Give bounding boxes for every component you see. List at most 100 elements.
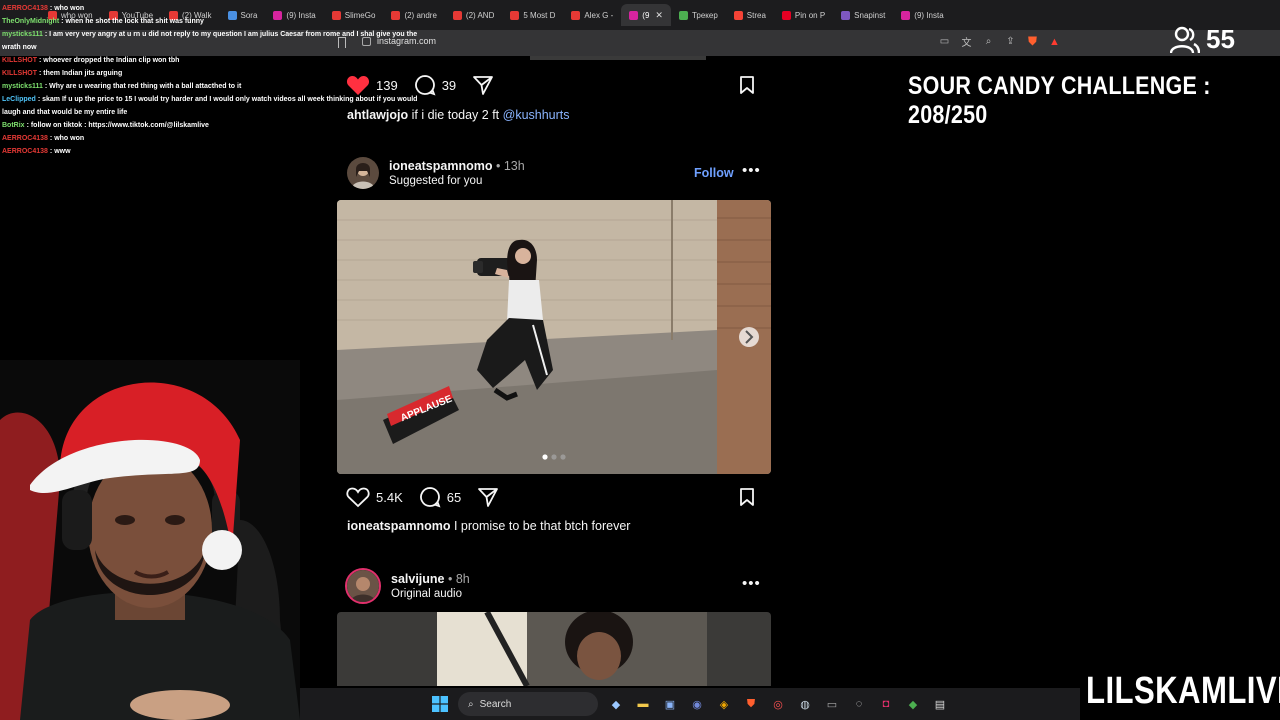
post-time: 8h <box>455 572 470 586</box>
post2-header: ioneatspamnomo • 13h Suggested for you <box>347 157 525 189</box>
app-icon[interactable]: ◌ <box>850 695 868 713</box>
viewer-count-value: 55 <box>1206 24 1235 54</box>
chat-message: KILLSHOT: them Indian jits arguing <box>2 67 422 80</box>
follow-button[interactable]: Follow <box>694 166 734 180</box>
chat-text: : when he shot the lock that shit was fu… <box>61 18 204 25</box>
chat-message: LeClipped: skam If u up the price to 15 … <box>2 93 422 119</box>
chat-message: TheOnlyMidnight: when he shot the lock t… <box>2 15 422 28</box>
taskbar-search[interactable]: ⌕ Search <box>458 692 598 716</box>
browser-tab[interactable]: (9) Insta <box>893 4 951 26</box>
browser-tab[interactable]: Трекер <box>671 4 726 26</box>
heart-icon[interactable] <box>346 486 370 508</box>
tab-favicon-icon <box>571 10 581 20</box>
file-explorer-icon[interactable]: ▬ <box>634 695 652 713</box>
comment-count: 39 <box>441 77 457 93</box>
brave-browser-icon[interactable]: ⛊ <box>742 695 760 713</box>
browser-tab[interactable]: 5 Most D <box>502 4 563 26</box>
stream-chat: AERROC4138: who won TheOnlyMidnight: when… <box>2 2 422 158</box>
caption-username[interactable]: ioneatspamnomo <box>347 519 451 533</box>
close-tab-icon[interactable]: ✕ <box>655 10 663 21</box>
chat-username: mysticks111 <box>2 83 43 90</box>
save-icon[interactable] <box>740 76 754 94</box>
translate-icon[interactable]: 文 <box>960 35 973 49</box>
chat-text: : www <box>49 148 71 155</box>
carousel-dot <box>560 454 566 460</box>
post-subtitle[interactable]: Original audio <box>391 588 470 600</box>
browser-tab[interactable]: Snapinst <box>833 4 893 26</box>
chat-text: : who won <box>49 5 85 12</box>
tab-label: 5 Most D <box>523 10 556 20</box>
tab-label: (9) Insta <box>914 10 944 20</box>
browser-tab[interactable]: (9 ✕ <box>621 4 671 26</box>
save-icon[interactable] <box>740 488 754 506</box>
app-icon[interactable]: ▤ <box>931 695 949 713</box>
caption-mention[interactable]: @kushhurts <box>503 108 570 122</box>
store-icon[interactable]: ▣ <box>661 695 679 713</box>
carousel-next-button[interactable] <box>739 327 759 347</box>
post-username[interactable]: salvijune <box>391 572 445 586</box>
streamer-name: LILSKAMLIVE <box>1086 670 1280 712</box>
tab-favicon-icon <box>781 10 791 20</box>
share-icon[interactable] <box>477 486 499 508</box>
chat-username: mysticks111 <box>2 31 43 38</box>
chat-text: : who won <box>49 135 85 142</box>
discord-icon[interactable]: ◉ <box>688 695 706 713</box>
chat-text: : Why are u wearing that red thing with … <box>44 83 242 90</box>
chat-message: AERROC4138: www <box>2 145 422 158</box>
search-icon: ⌕ <box>468 698 474 710</box>
cast-icon[interactable]: ▭ <box>938 35 951 48</box>
instagram-icon[interactable]: ◘ <box>877 695 895 713</box>
chat-message: mysticks111: Why are u wearing that red … <box>2 80 422 93</box>
post-subtitle: Suggested for you <box>389 175 483 187</box>
share-icon[interactable]: ⇪ <box>1004 35 1017 48</box>
chat-username: AERROC4138 <box>2 135 48 142</box>
app-icon[interactable]: ▭ <box>823 695 841 713</box>
post-video[interactable] <box>337 612 771 686</box>
tab-favicon-icon <box>733 10 743 20</box>
chat-username: KILLSHOT <box>2 70 37 77</box>
carousel-dot <box>551 454 557 460</box>
copilot-icon[interactable]: ◆ <box>607 695 625 713</box>
chat-message: mysticks111: I am very very angry at u r… <box>2 28 422 54</box>
taskbar: ⌕ Search ◆ ▬ ▣ ◉ ◈ ⛊ ◎ ◍ ▭ ◌ ◘ ◆ ▤ <box>300 688 1080 720</box>
tab-label: (2) AND <box>465 10 495 20</box>
chat-message: AERROC4138: who won <box>2 132 422 145</box>
chat-username: TheOnlyMidnight <box>2 18 60 25</box>
comment-count: 65 <box>446 489 462 505</box>
tab-label: Strea <box>746 10 766 20</box>
avatar[interactable] <box>347 157 379 189</box>
windows-start-icon[interactable] <box>431 695 449 713</box>
caption-text: if i die today 2 ft <box>408 108 503 122</box>
post-username[interactable]: ioneatspamnomo <box>389 159 493 173</box>
chat-text: : I am very very angry at u rn u did not… <box>2 31 418 51</box>
chat-username: BotRix <box>2 122 25 129</box>
chat-message: AERROC4138: who won <box>2 2 422 15</box>
carousel-dot <box>542 454 548 460</box>
tab-label: Pin on P <box>794 10 826 20</box>
browser-tab[interactable]: Pin on P <box>774 4 833 26</box>
obs-icon[interactable]: ◎ <box>769 695 787 713</box>
viewer-count: 55 <box>1170 24 1235 55</box>
chat-username: AERROC4138 <box>2 148 48 155</box>
avatar[interactable] <box>345 568 381 604</box>
search-label: Search <box>479 698 512 710</box>
brave-shield-icon[interactable]: ⛊ <box>1026 34 1039 48</box>
chat-username: LeClipped <box>2 96 36 103</box>
chat-text: : skam If u up the price to 15 I would t… <box>2 96 418 116</box>
more-options-icon[interactable]: ••• <box>742 575 761 592</box>
rewards-icon[interactable]: ▲ <box>1048 35 1061 48</box>
zoom-icon[interactable]: ⌕ <box>982 35 995 48</box>
browser-tab[interactable]: (2) AND <box>445 4 502 26</box>
chat-text: : whoever dropped the Indian clip won tb… <box>39 57 180 64</box>
challenge-banner: SOUR CANDY CHALLENGE : 208/250 <box>908 72 1211 129</box>
steam-icon[interactable]: ◍ <box>796 695 814 713</box>
browser-tab[interactable]: Strea <box>726 4 774 26</box>
comment-icon[interactable] <box>419 486 441 508</box>
browser-tab[interactable]: Alex G - <box>563 4 621 26</box>
more-options-icon[interactable]: ••• <box>742 162 761 179</box>
post-image[interactable]: APPLAUSE <box>337 200 771 474</box>
app-icon[interactable]: ◈ <box>715 695 733 713</box>
app-icon[interactable]: ◆ <box>904 695 922 713</box>
share-icon[interactable] <box>472 74 494 96</box>
tab-favicon-icon <box>510 10 520 20</box>
